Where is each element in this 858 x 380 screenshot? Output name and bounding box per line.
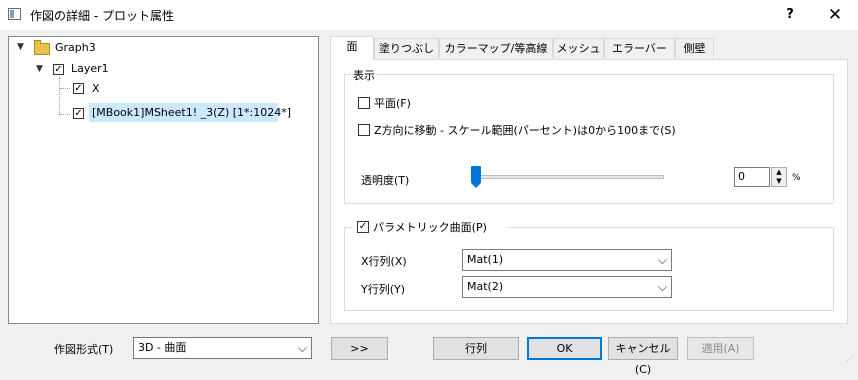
tree-connector bbox=[59, 77, 61, 115]
tree-item-graph[interactable]: Graph3 bbox=[55, 41, 96, 54]
apply-button[interactable]: 適用(A) bbox=[687, 337, 754, 360]
tab-panel: 表示 平面(F) Z方向に移動 - スケール範囲(パーセント)は0から100まで… bbox=[330, 59, 848, 324]
transparency-input[interactable]: 0 bbox=[734, 167, 770, 187]
plot-type-select[interactable]: 3D - 曲面 ⌵ bbox=[133, 337, 312, 359]
spin-up-icon[interactable]: ▲ bbox=[772, 168, 786, 177]
tree-item-data[interactable]: [MBook1]MSheet1! _3(Z) [1*:1024*] bbox=[89, 103, 291, 122]
resize-grip-icon[interactable]: ⋰ bbox=[846, 355, 854, 363]
transparency-slider-thumb[interactable] bbox=[471, 166, 481, 188]
tree-connector bbox=[60, 88, 70, 90]
transparency-spinner[interactable]: ▲ ▼ bbox=[771, 167, 787, 187]
transparency-unit: % bbox=[792, 173, 801, 183]
tab-fill[interactable]: 塗りつぶし bbox=[374, 38, 439, 58]
tree-connector bbox=[60, 114, 70, 116]
tab-surface[interactable]: 面 bbox=[330, 36, 374, 60]
y-matrix-select[interactable]: Mat(2) ⌵ bbox=[462, 276, 672, 298]
data-checkbox[interactable]: ✓ bbox=[73, 108, 84, 119]
zmove-label[interactable]: Z方向に移動 - スケール範囲(パーセント)は0から100まで(S) bbox=[374, 122, 676, 138]
cancel-button[interactable]: キャンセル(C) bbox=[608, 337, 678, 376]
tab-errorbar[interactable]: エラーバー bbox=[604, 38, 675, 58]
x-matrix-label: X行列(X) bbox=[361, 255, 407, 268]
expand-button[interactable]: >> bbox=[331, 337, 388, 360]
spin-down-icon[interactable]: ▼ bbox=[772, 177, 786, 186]
plot-type-label: 作図形式(T) bbox=[54, 343, 114, 356]
transparency-slider-track[interactable] bbox=[471, 175, 664, 179]
y-matrix-label: Y行列(Y) bbox=[361, 283, 406, 296]
help-button[interactable]: ? bbox=[770, 0, 810, 30]
flat-checkbox[interactable] bbox=[358, 97, 370, 109]
x-checkbox[interactable]: ✓ bbox=[73, 83, 84, 94]
x-matrix-select[interactable]: Mat(1) ⌵ bbox=[462, 249, 672, 271]
chevron-down-icon: ⌵ bbox=[297, 341, 307, 355]
tab-colormap[interactable]: カラーマップ/等高線 bbox=[439, 38, 553, 58]
x-matrix-value: Mat(1) bbox=[467, 253, 504, 266]
parametric-checkbox[interactable]: ✓ bbox=[357, 221, 369, 233]
folder-icon bbox=[34, 40, 50, 55]
chevron-down-icon[interactable]: ▼ bbox=[36, 64, 43, 74]
layer-checkbox[interactable]: ✓ bbox=[53, 64, 64, 75]
transparency-label: 透明度(T) bbox=[361, 174, 410, 187]
close-button[interactable]: ✕ bbox=[812, 0, 858, 30]
plot-tree[interactable]: ▼ Graph3 ▼ ✓ Layer1 ✓ X ✓ [MBook1]MSheet… bbox=[8, 36, 319, 324]
y-matrix-value: Mat(2) bbox=[467, 280, 504, 293]
plot-type-value: 3D - 曲面 bbox=[138, 341, 187, 354]
chevron-down-icon: ⌵ bbox=[657, 280, 667, 294]
chevron-down-icon[interactable]: ▼ bbox=[17, 42, 24, 52]
chevron-down-icon: ⌵ bbox=[657, 253, 667, 267]
title-bar: 作図の詳細 - プロット属性 ? ✕ bbox=[0, 0, 858, 30]
tree-item-x[interactable]: X bbox=[92, 82, 100, 95]
matrix-button[interactable]: 行列 bbox=[433, 337, 519, 360]
parametric-label[interactable]: パラメトリック曲面(P) bbox=[373, 219, 487, 235]
ok-button[interactable]: OK bbox=[527, 337, 602, 360]
window-icon bbox=[8, 8, 21, 20]
zmove-checkbox[interactable] bbox=[358, 124, 370, 136]
tab-mesh[interactable]: メッシュ bbox=[553, 38, 604, 58]
display-group-title: 表示 bbox=[351, 67, 377, 83]
flat-label[interactable]: 平面(F) bbox=[374, 95, 411, 111]
tree-item-layer[interactable]: Layer1 bbox=[71, 62, 109, 75]
tab-sidewall[interactable]: 側壁 bbox=[675, 38, 714, 58]
window-title: 作図の詳細 - プロット属性 bbox=[30, 9, 174, 23]
